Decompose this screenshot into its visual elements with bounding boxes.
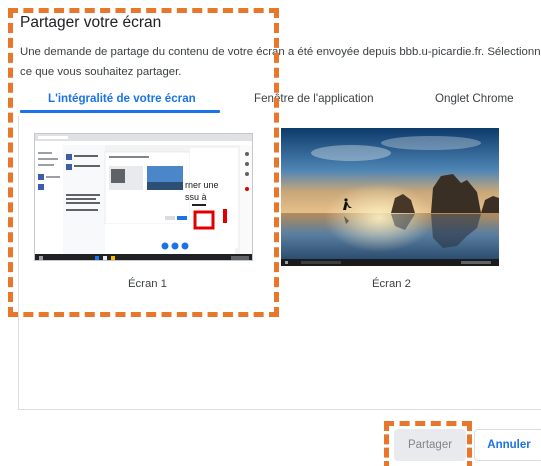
slide-text-line1: rner une bbox=[185, 180, 219, 190]
screen-2-thumbnail[interactable] bbox=[281, 128, 499, 266]
share-button[interactable]: Partager bbox=[394, 429, 466, 461]
screen-2-label: Écran 2 bbox=[372, 278, 411, 290]
tab-chrome-tab[interactable]: Onglet Chrome bbox=[435, 92, 514, 105]
dialog-description: Une demande de partage du contenu de vot… bbox=[20, 46, 541, 78]
tab-entire-screen[interactable]: L'intégralité de votre écran bbox=[48, 92, 196, 105]
slide-text-line2: ssu à bbox=[185, 192, 207, 202]
active-tab-indicator bbox=[20, 110, 220, 113]
screen-1-preview-image: rner une ssu à bbox=[35, 134, 252, 260]
tab-application-window[interactable]: Fenêtre de l'application bbox=[254, 92, 374, 105]
screen-2-preview-image bbox=[281, 128, 499, 266]
screen-1-thumbnail[interactable]: rner une ssu à bbox=[34, 133, 253, 261]
share-source-tabs: L'intégralité de votre écran Fenêtre de … bbox=[0, 92, 541, 118]
dialog-title: Partager votre écran bbox=[20, 14, 162, 31]
cancel-button[interactable]: Annuler bbox=[474, 429, 541, 461]
screen-1-label: Écran 1 bbox=[128, 278, 167, 290]
